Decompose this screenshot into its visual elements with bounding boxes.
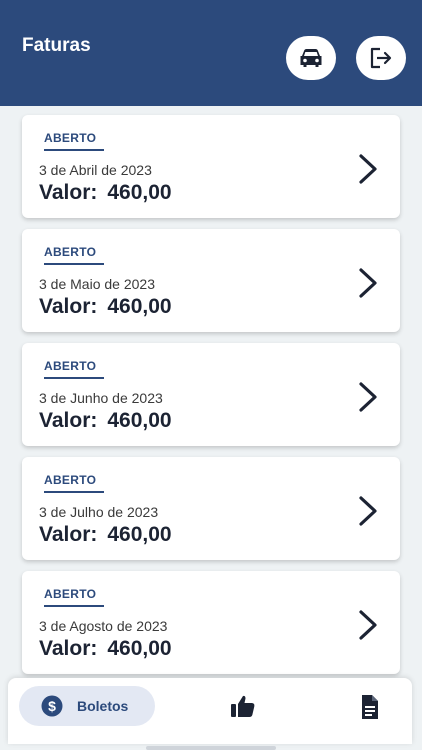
amount-value: 460,00	[107, 181, 172, 204]
page-title: Faturas	[22, 35, 91, 56]
amount-label: Valor:	[39, 181, 98, 204]
invoice-amount-row: Valor: 460,00	[39, 637, 172, 661]
chevron-right-icon	[359, 268, 377, 298]
svg-text:$: $	[48, 698, 56, 714]
amount-label: Valor:	[39, 523, 98, 546]
invoice-card[interactable]: ABERTO 3 de Abril de 2023 Valor: 460,00	[22, 115, 400, 218]
chevron-right-icon	[359, 154, 377, 184]
invoice-date: 3 de Julho de 2023	[39, 504, 159, 520]
invoice-amount-row: Valor: 460,00	[39, 523, 172, 547]
logout-icon	[370, 47, 392, 69]
car-icon	[300, 49, 322, 67]
invoice-date: 3 de Abril de 2023	[39, 162, 152, 178]
status-badge: ABERTO	[44, 587, 104, 607]
amount-label: Valor:	[39, 295, 98, 318]
invoice-card[interactable]: ABERTO 3 de Agosto de 2023 Valor: 460,00	[22, 571, 400, 674]
app-screen: Faturas ABERTO 3 de Abril de 2023 Valor:…	[0, 0, 422, 750]
amount-value: 460,00	[107, 295, 172, 318]
invoice-amount-row: Valor: 460,00	[39, 181, 172, 205]
chevron-right-icon	[359, 382, 377, 412]
invoice-date: 3 de Junho de 2023	[39, 390, 163, 406]
nav-item-boletos[interactable]: $ Boletos	[19, 686, 155, 726]
status-badge: ABERTO	[44, 473, 104, 493]
amount-value: 460,00	[107, 409, 172, 432]
invoice-amount-row: Valor: 460,00	[39, 295, 172, 319]
invoice-amount-row: Valor: 460,00	[39, 409, 172, 433]
home-indicator	[146, 746, 276, 750]
status-badge: ABERTO	[44, 359, 104, 379]
invoice-date: 3 de Agosto de 2023	[39, 618, 168, 634]
nav-item-label: Boletos	[77, 698, 129, 714]
invoice-card[interactable]: ABERTO 3 de Junho de 2023 Valor: 460,00	[22, 343, 400, 446]
amount-label: Valor:	[39, 637, 98, 660]
invoice-card[interactable]: ABERTO 3 de Maio de 2023 Valor: 460,00	[22, 229, 400, 332]
dollar-circle-icon: $	[41, 695, 63, 717]
amount-label: Valor:	[39, 409, 98, 432]
invoice-card[interactable]: ABERTO 3 de Julho de 2023 Valor: 460,00	[22, 457, 400, 560]
amount-value: 460,00	[107, 523, 172, 546]
status-badge: ABERTO	[44, 131, 104, 151]
document-icon[interactable]	[357, 694, 383, 720]
status-badge: ABERTO	[44, 245, 104, 265]
top-app-bar: Faturas	[0, 0, 422, 106]
amount-value: 460,00	[107, 637, 172, 660]
invoice-date: 3 de Maio de 2023	[39, 276, 155, 292]
thumbs-up-icon[interactable]	[230, 694, 256, 720]
vehicle-button[interactable]	[286, 36, 336, 80]
chevron-right-icon	[359, 496, 377, 526]
bottom-navigation: $ Boletos	[8, 678, 412, 744]
chevron-right-icon	[359, 610, 377, 640]
logout-button[interactable]	[356, 36, 406, 80]
